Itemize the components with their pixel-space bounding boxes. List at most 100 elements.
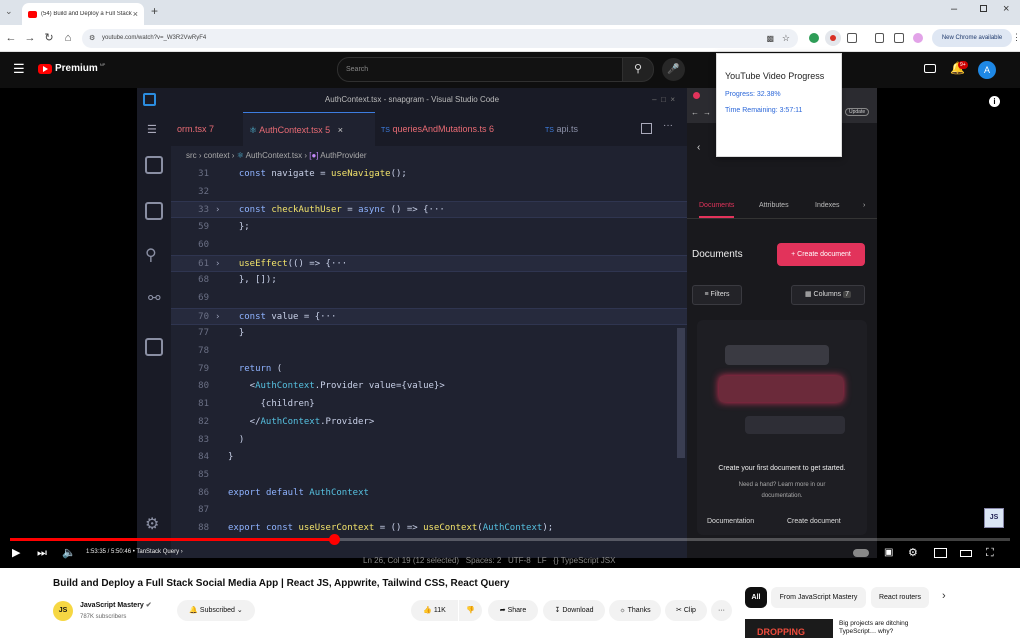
profile-icon[interactable] [913, 33, 923, 43]
more-actions-button[interactable]: ··· [711, 600, 732, 621]
home-icon[interactable]: ⌂ [61, 30, 75, 46]
back-icon[interactable]: ← [4, 30, 18, 46]
video-player[interactable]: AuthContext.tsx - snapgram - Visual Stud… [0, 88, 1020, 568]
code-line[interactable]: 69 [171, 290, 687, 307]
recommended-title[interactable]: Big projects are ditching TypeScript… wh… [839, 620, 939, 636]
voice-search-button[interactable]: 🎤 [662, 58, 685, 81]
create-document-button[interactable]: + Create document [777, 243, 865, 266]
thanks-button[interactable]: ☼ Thanks [609, 600, 661, 621]
chrome-menu-icon[interactable]: ⋮ [1012, 32, 1020, 43]
miniplayer-icon[interactable] [934, 548, 947, 558]
side-panel-icon[interactable] [894, 33, 904, 43]
account-avatar[interactable]: A [978, 61, 996, 79]
code-line[interactable]: 31 const navigate = useNavigate(); [171, 166, 687, 183]
progress-bar[interactable] [10, 534, 1010, 545]
tab-authcontext[interactable]: ⚛ AuthContext.tsx 5 × [243, 112, 375, 146]
code-line[interactable]: 80 <AuthContext.Provider value={value}> [171, 378, 687, 395]
create-document-link[interactable]: Create document [787, 518, 841, 525]
chip-all[interactable]: All [745, 587, 767, 608]
channel-name[interactable]: JavaScript Mastery ✔ [80, 601, 152, 609]
code-line[interactable]: 85 [171, 467, 687, 484]
download-button[interactable]: ↧ Download [543, 600, 605, 621]
chips-next-icon[interactable]: › [942, 590, 946, 602]
browser-tab[interactable]: (54) Build and Deploy a Full Stack × [22, 3, 144, 25]
code-line[interactable]: 87 [171, 502, 687, 519]
filters-button[interactable]: ≡ Filters [692, 285, 742, 305]
breadcrumb-item[interactable]: AuthContext.tsx [246, 151, 302, 160]
settings-gear-icon[interactable]: ⚙ [145, 514, 159, 534]
tab-documents[interactable]: Documents [699, 202, 735, 218]
tab-attributes[interactable]: Attributes [759, 202, 789, 209]
code-line[interactable]: 84} [171, 449, 687, 466]
reload-icon[interactable]: ↻ [42, 30, 56, 46]
columns-button[interactable]: ▦ Columns 7 [791, 285, 865, 305]
breadcrumb-item[interactable]: src [186, 151, 197, 160]
create-video-icon[interactable] [924, 64, 936, 73]
code-editor[interactable]: 31 const navigate = useNavigate(); 32 33 › … [171, 166, 687, 558]
play-icon[interactable]: ▶ [12, 546, 20, 560]
extensions-puzzle-icon[interactable] [847, 33, 857, 43]
chip-react-routers[interactable]: React routers [871, 587, 929, 608]
tab-indexes[interactable]: Indexes [815, 202, 840, 209]
hamburger-menu-icon[interactable]: ☰ [13, 61, 25, 77]
close-tab-icon[interactable]: × [338, 125, 343, 135]
more-actions-icon[interactable]: ··· [663, 120, 673, 131]
youtube-logo[interactable]: Premium NP [38, 62, 105, 74]
code-line[interactable]: 60 [171, 237, 687, 254]
subtitles-icon[interactable]: ▣ [884, 546, 893, 560]
editor-scrollbar[interactable] [677, 328, 685, 458]
code-line[interactable]: 33 › const checkAuthUser = async () => {·… [171, 201, 687, 219]
share-button[interactable]: ➦ Share [488, 600, 538, 621]
settings-gear-icon[interactable]: ⚙ [908, 546, 918, 560]
chip-from-channel[interactable]: From JavaScript Mastery [771, 587, 866, 608]
search-button[interactable]: ⚲ [622, 57, 654, 82]
bookmark-star-icon[interactable]: ☆ [782, 29, 790, 48]
comments-icon[interactable] [145, 202, 163, 220]
fold-chevron-icon[interactable]: › [215, 309, 220, 326]
back-icon[interactable]: ← [691, 108, 699, 117]
tab-api[interactable]: TS api.ts [539, 112, 619, 146]
breadcrumb-item[interactable]: AuthProvider [320, 151, 366, 160]
extensions-icon[interactable] [145, 338, 163, 356]
new-chrome-available-button[interactable]: New Chrome available [932, 29, 1012, 47]
search-icon[interactable]: ⚲ [145, 245, 157, 265]
cast-icon[interactable] [875, 33, 884, 43]
theater-mode-icon[interactable] [960, 550, 972, 557]
new-tab-icon[interactable]: + [151, 4, 158, 18]
breadcrumb-item[interactable]: context [204, 151, 230, 160]
install-icon[interactable]: ▩ [766, 29, 774, 48]
like-button[interactable]: 👍 11K [411, 600, 458, 621]
next-icon[interactable]: ⏭ [37, 546, 47, 560]
address-bar[interactable]: ⚙ youtube.com/watch?v=_W3R2VwRyF4 ▩ ☆ [82, 29, 798, 48]
update-button[interactable]: Update [845, 108, 870, 116]
code-line[interactable]: 88 export const useUserContext = () => us… [171, 520, 687, 537]
code-line[interactable]: 79 return ( [171, 361, 687, 378]
split-editor-icon[interactable] [641, 123, 652, 134]
progress-scrubber[interactable] [328, 534, 340, 545]
code-line[interactable]: 86 export default AuthContext [171, 485, 687, 502]
source-control-icon[interactable]: ⚯ [148, 289, 161, 307]
tab-form[interactable]: orm.tsx 7 [171, 112, 243, 146]
code-line[interactable]: 81 {children} [171, 396, 687, 413]
restore-icon[interactable] [980, 5, 987, 12]
forward-icon[interactable]: → [703, 108, 711, 117]
minimize-icon[interactable]: – [951, 3, 957, 15]
tab-search-icon[interactable]: ⌄ [5, 6, 13, 17]
tab-queries[interactable]: TS queriesAndMutations.ts 6 [375, 112, 539, 146]
fold-chevron-icon[interactable]: › [215, 256, 220, 273]
code-line[interactable]: 61 › useEffect(() => {··· [171, 254, 687, 273]
code-line[interactable]: 83 ) [171, 432, 687, 449]
code-line[interactable]: 59 }; [171, 219, 687, 236]
info-icon[interactable]: i [989, 96, 1000, 107]
close-tab-icon[interactable]: × [133, 9, 138, 19]
vscode-menu-icon[interactable]: ☰ [147, 123, 157, 136]
back-arrow-icon[interactable]: ‹ [697, 142, 700, 153]
code-line[interactable]: 32 [171, 184, 687, 201]
clip-button[interactable]: ✂ Clip [665, 600, 707, 621]
code-line[interactable]: 77 } [171, 325, 687, 342]
code-line[interactable]: 82 </AuthContext.Provider> [171, 414, 687, 431]
tabs-scroll-icon[interactable]: › [863, 202, 865, 209]
fullscreen-icon[interactable]: ⛶ [986, 546, 994, 560]
channel-avatar[interactable]: JS [53, 601, 73, 621]
subscribed-button[interactable]: 🔔 Subscribed ⌄ [177, 600, 255, 621]
